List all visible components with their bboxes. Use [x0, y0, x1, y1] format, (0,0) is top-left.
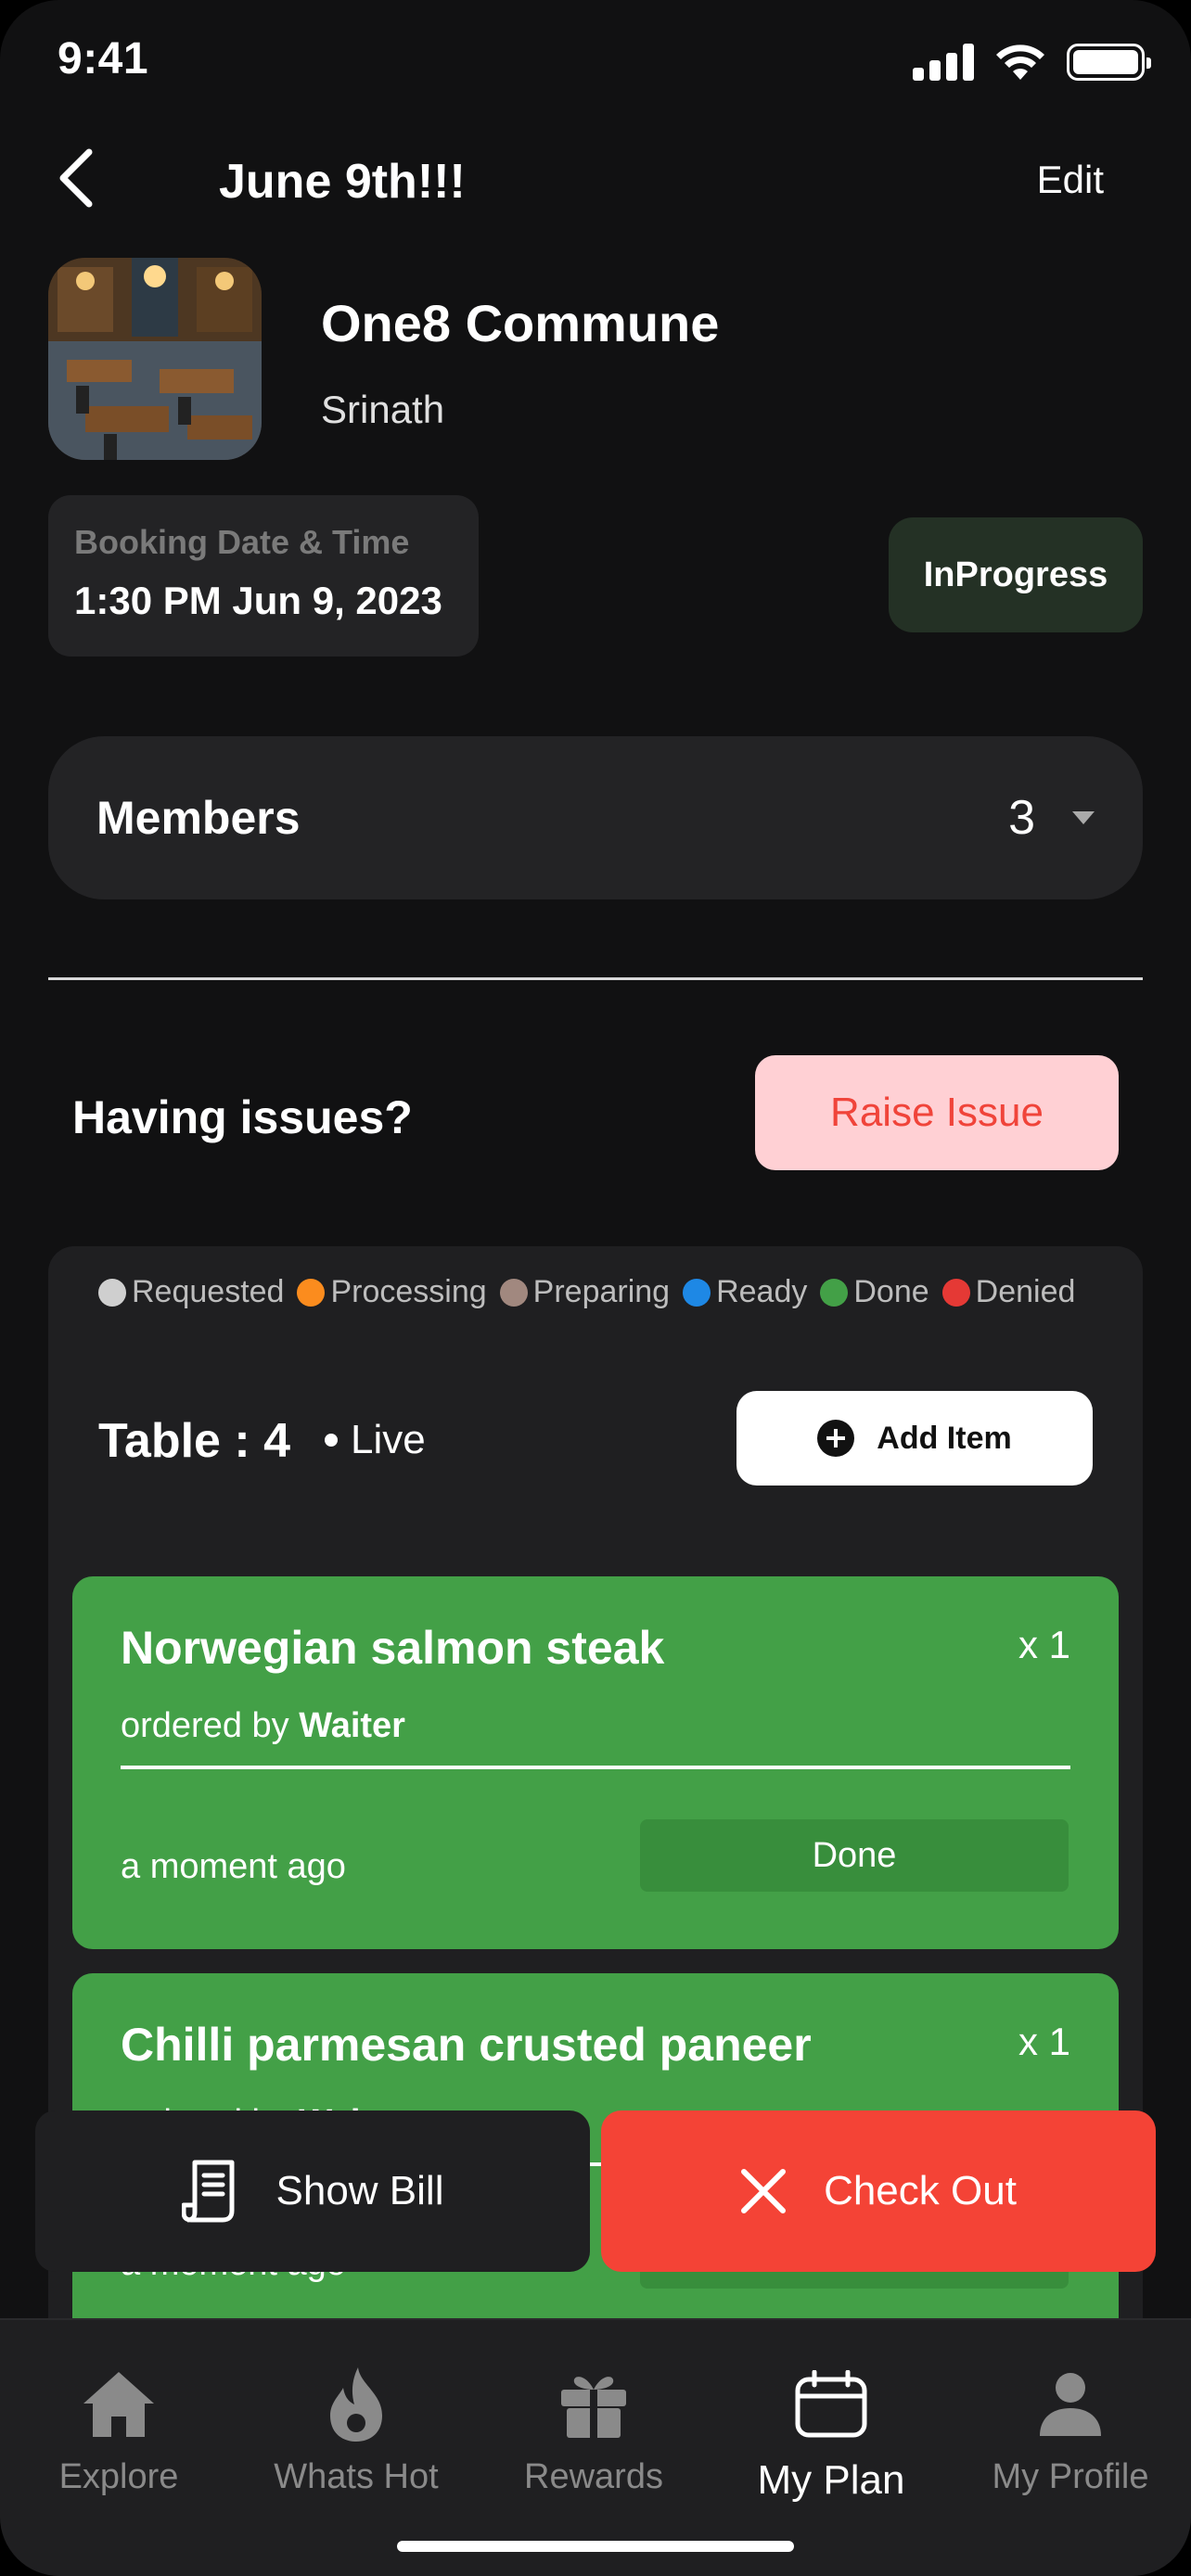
- phone-screen: 9:41 June 9th!!! Edit One8 Commune Srina…: [0, 0, 1191, 2576]
- legend-dot: [297, 1278, 326, 1307]
- check-out-button[interactable]: Check Out: [601, 2111, 1156, 2272]
- plus-circle-icon: [817, 1420, 855, 1457]
- battery-icon: [1067, 44, 1151, 81]
- venue-name: One8 Commune: [321, 294, 720, 352]
- venue-image: [48, 258, 262, 460]
- legend-dot: [499, 1278, 528, 1307]
- bottom-nav: Explore Whats Hot Rewards My Plan My Pro…: [0, 2318, 1191, 2576]
- order-card[interactable]: Norwegian salmon steak x 1 ordered by Wa…: [72, 1576, 1119, 1949]
- members-count: 3: [1008, 791, 1035, 845]
- status-time: 9:41: [58, 34, 149, 83]
- legend-dot: [820, 1278, 849, 1307]
- check-out-label: Check Out: [824, 2168, 1017, 2213]
- legend-label: Preparing: [532, 1274, 671, 1309]
- ordered-by: ordered by Waiter: [121, 1706, 405, 1746]
- back-button[interactable]: [56, 141, 111, 215]
- item-quantity: x 1: [1018, 1623, 1070, 1666]
- legend-dot: [941, 1278, 970, 1307]
- calendar-icon: [794, 2363, 868, 2446]
- booking-label: Booking Date & Time: [74, 523, 410, 561]
- issues-label: Having issues?: [72, 1091, 413, 1143]
- nav-label: My Plan: [757, 2457, 905, 2503]
- booking-card: Booking Date & Time 1:30 PM Jun 9, 2023: [48, 495, 479, 657]
- status-legend: Requested Processing Preparing Ready Don…: [98, 1274, 1075, 1310]
- ordered-by-name: Waiter: [299, 1706, 405, 1745]
- flame-icon: [327, 2363, 386, 2446]
- status-badge: InProgress: [889, 517, 1143, 632]
- legend-label: Ready: [716, 1274, 808, 1309]
- add-item-label: Add Item: [877, 1420, 1012, 1456]
- caret-down-icon: [1072, 811, 1095, 824]
- nav-label: Explore: [58, 2457, 179, 2496]
- show-bill-label: Show Bill: [275, 2168, 444, 2213]
- item-status-badge: Done: [640, 1819, 1069, 1892]
- chevron-left-icon: [59, 148, 93, 208]
- page-title: June 9th!!!: [219, 155, 466, 209]
- nav-item-explore[interactable]: Explore: [0, 2363, 237, 2497]
- venue-owner: Srinath: [321, 388, 445, 431]
- live-indicator: Live: [325, 1417, 426, 1463]
- nav-item-my-plan[interactable]: My Plan: [712, 2363, 950, 2504]
- divider: [48, 977, 1143, 980]
- legend-item-requested: Requested: [98, 1274, 284, 1310]
- gift-icon: [559, 2363, 628, 2446]
- receipt-icon: [181, 2160, 235, 2223]
- legend-dot: [98, 1278, 126, 1307]
- nav-item-whats-hot[interactable]: Whats Hot: [237, 2363, 475, 2497]
- nav-label: Whats Hot: [274, 2457, 439, 2496]
- raise-issue-button[interactable]: Raise Issue: [755, 1055, 1119, 1170]
- legend-item-preparing: Preparing: [499, 1274, 671, 1310]
- members-dropdown[interactable]: Members 3: [48, 736, 1143, 899]
- show-bill-button[interactable]: Show Bill: [35, 2111, 590, 2272]
- nav-label: My Profile: [992, 2457, 1149, 2496]
- status-icons: [913, 43, 1151, 82]
- legend-label: Requested: [132, 1274, 285, 1309]
- legend-item-ready: Ready: [683, 1274, 807, 1310]
- signal-icon: [913, 44, 974, 81]
- legend-item-processing: Processing: [297, 1274, 487, 1310]
- legend-item-done: Done: [820, 1274, 929, 1310]
- item-divider: [121, 1766, 1070, 1769]
- home-indicator: [397, 2541, 794, 2552]
- home-icon: [82, 2363, 156, 2446]
- item-name: Chilli parmesan crusted paneer: [121, 2019, 812, 2071]
- booking-datetime: 1:30 PM Jun 9, 2023: [74, 579, 442, 622]
- legend-item-denied: Denied: [941, 1274, 1076, 1310]
- table-label: Table : 4: [98, 1414, 291, 1468]
- person-icon: [1038, 2363, 1103, 2446]
- members-label: Members: [96, 792, 301, 844]
- wifi-icon: [996, 45, 1044, 80]
- nav-item-rewards[interactable]: Rewards: [475, 2363, 712, 2497]
- item-quantity: x 1: [1018, 2020, 1070, 2063]
- legend-dot: [683, 1278, 711, 1307]
- item-name: Norwegian salmon steak: [121, 1622, 665, 1674]
- nav-item-my-profile[interactable]: My Profile: [950, 2363, 1191, 2497]
- nav-label: Rewards: [524, 2457, 663, 2496]
- live-dot-icon: [325, 1434, 338, 1447]
- ordered-by-prefix: ordered by: [121, 1706, 289, 1745]
- close-icon: [741, 2169, 787, 2213]
- legend-label: Processing: [330, 1274, 487, 1309]
- legend-label: Denied: [975, 1274, 1076, 1309]
- live-label: Live: [351, 1417, 426, 1462]
- legend-label: Done: [853, 1274, 929, 1309]
- item-time: a moment ago: [121, 1847, 346, 1886]
- add-item-button[interactable]: Add Item: [736, 1391, 1093, 1486]
- edit-button[interactable]: Edit: [1037, 158, 1104, 202]
